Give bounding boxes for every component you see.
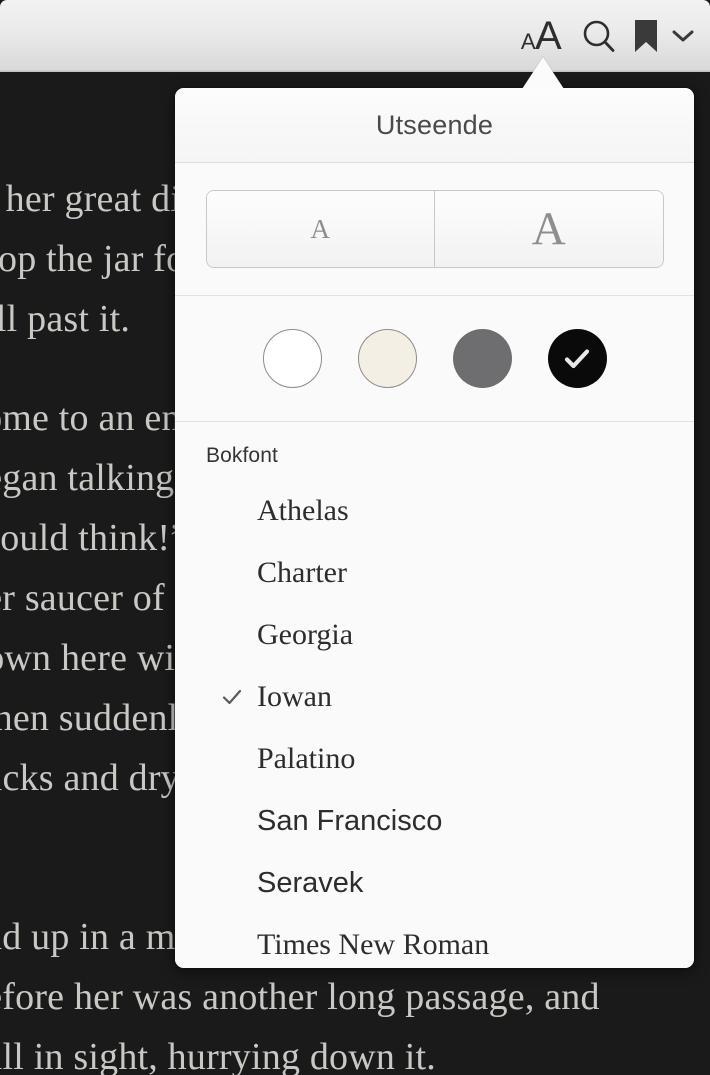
decrease-font-size-button[interactable]: A: [206, 191, 434, 267]
popover-title: Utseende: [375, 109, 494, 140]
checkmark-icon: [564, 348, 590, 368]
font-option-san-francisco[interactable]: San Francisco: [175, 790, 694, 852]
search-button[interactable]: [572, 6, 626, 66]
popover-arrow: [522, 57, 564, 89]
theme-swatch-black[interactable]: [547, 329, 607, 388]
font-option-georgia[interactable]: Georgia: [175, 604, 694, 666]
text-size-icon: AA: [520, 13, 562, 59]
font-option-label: Athelas: [257, 494, 349, 527]
font-size-segmented-control: A A: [206, 191, 663, 267]
font-option-charter[interactable]: Charter: [175, 542, 694, 604]
decrease-font-size-label: A: [310, 213, 331, 244]
reader-toolbar: AA: [0, 0, 710, 72]
book-text-line: still in sight, hurrying down it.: [0, 1036, 437, 1075]
reader-screen: to her great disappointment it was empty…: [0, 0, 710, 1075]
font-option-times-new-roman[interactable]: Times New Roman: [175, 914, 694, 968]
bookmark-icon: [635, 20, 657, 52]
bookmark-menu-button[interactable]: [666, 6, 700, 66]
font-option-label: Seravek: [257, 866, 364, 899]
book-text-line: before her was another long passage, and: [0, 976, 600, 1018]
theme-swatch-gray[interactable]: [452, 329, 512, 388]
bookmark-button[interactable]: [626, 6, 666, 66]
text-size-large-a: A: [535, 13, 562, 58]
increase-font-size-label: A: [531, 203, 566, 255]
chevron-down-icon: [672, 30, 694, 42]
theme-swatch-white[interactable]: [262, 329, 322, 388]
book-font-label: Bokfont: [206, 444, 278, 467]
font-option-palatino[interactable]: Palatino: [175, 728, 694, 790]
search-icon: [583, 20, 615, 52]
appearance-popover: Utseende A A Bokfont Athelas Charter Geo…: [175, 88, 694, 968]
book-font-list: Athelas Charter Georgia Iowan Palatino S…: [175, 480, 694, 968]
text-size-small-a: A: [520, 28, 536, 54]
font-option-label: San Francisco: [257, 804, 443, 837]
increase-font-size-button[interactable]: A: [434, 191, 663, 267]
book-font-section: Bokfont Athelas Charter Georgia Iowan Pa…: [175, 422, 694, 968]
font-option-label: Iowan: [257, 680, 332, 713]
font-option-athelas[interactable]: Athelas: [175, 480, 694, 542]
font-option-label: Times New Roman: [257, 928, 490, 961]
font-option-iowan[interactable]: Iowan: [175, 666, 694, 728]
font-option-label: Palatino: [257, 742, 356, 775]
theme-swatch-sepia[interactable]: [357, 329, 417, 388]
theme-swatches-section: [175, 296, 694, 422]
font-size-section: A A: [175, 163, 694, 296]
popover-header: Utseende: [175, 88, 694, 163]
font-option-seravek[interactable]: Seravek: [175, 852, 694, 914]
font-option-label: Georgia: [257, 618, 354, 651]
checkmark-icon: [222, 689, 242, 705]
font-option-label: Charter: [257, 556, 347, 589]
